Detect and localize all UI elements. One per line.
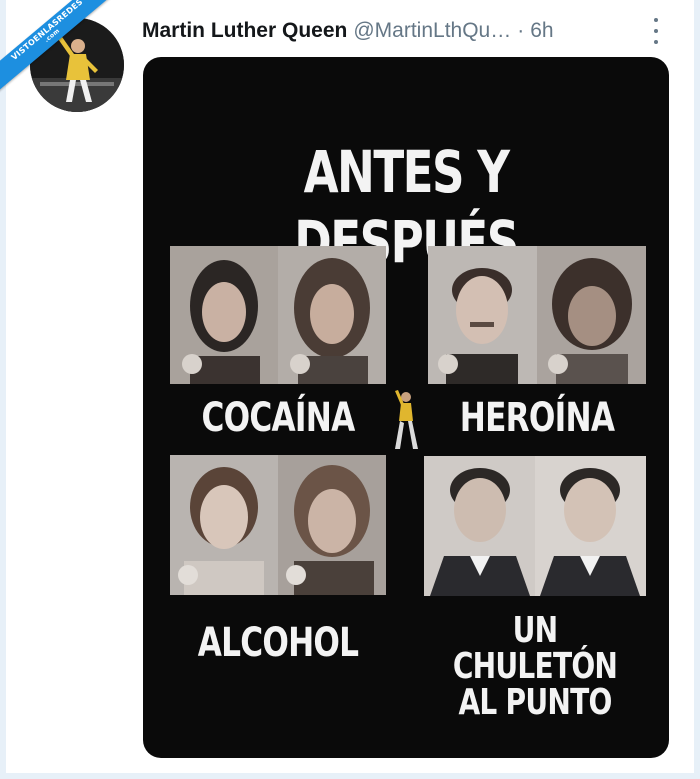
- label-alcohol: ALCOHOL: [197, 620, 359, 666]
- more-vertical-icon[interactable]: [648, 18, 664, 44]
- mugshot-pair-heroina: [428, 246, 646, 384]
- mugshot-pair-alcohol: [170, 455, 386, 595]
- panel-alcohol-photos: [170, 455, 386, 595]
- portrait-pair-chuleton: [424, 456, 646, 596]
- label-chuleton-line1: UN CHULETÓN: [452, 610, 618, 687]
- label-chuleton-line2: AL PUNTO: [458, 682, 612, 723]
- panel-cocaina-photos: [170, 246, 386, 384]
- separator-dot: ·: [517, 19, 525, 42]
- panel-heroina-photos: [428, 246, 646, 384]
- label-chuleton: UN CHULETÓN AL PUNTO: [441, 613, 630, 721]
- timestamp[interactable]: 6h: [530, 19, 553, 43]
- performer-figure-icon: [395, 390, 418, 449]
- panel-chuleton-photos: [424, 456, 646, 596]
- author-handle[interactable]: @MartinLthQu…: [353, 19, 511, 43]
- tweet-header: Martin Luther Queen @MartinLthQu… · 6h: [142, 16, 554, 46]
- author-name[interactable]: Martin Luther Queen: [142, 19, 347, 43]
- label-heroina: HEROÍNA: [459, 395, 615, 441]
- label-cocaina: COCAÍNA: [201, 395, 356, 441]
- tweet-media-image[interactable]: ANTES Y DESPUÉS COCAÍNA HEROÍNA ALCOHOL …: [143, 57, 669, 758]
- mugshot-pair-cocaina: [170, 246, 386, 384]
